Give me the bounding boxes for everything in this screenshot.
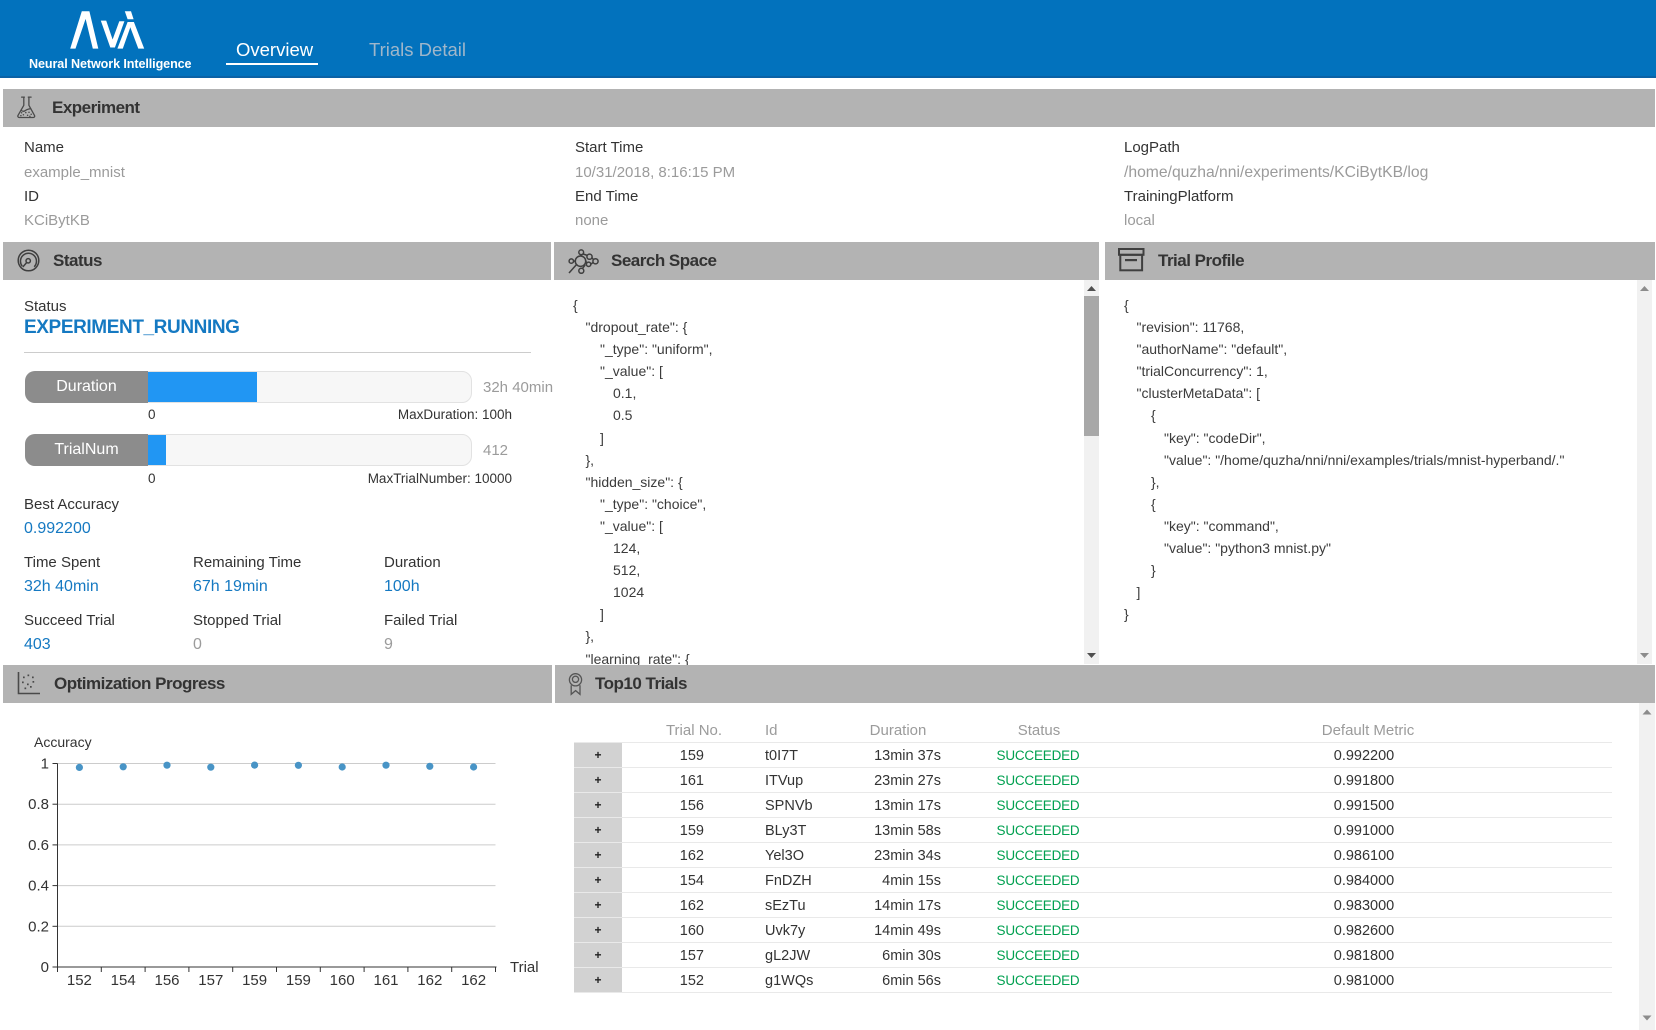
svg-text:162: 162	[417, 972, 442, 989]
svg-text:161: 161	[373, 972, 398, 989]
svg-text:162: 162	[461, 972, 486, 989]
svg-text:160: 160	[330, 972, 355, 989]
svg-text:0.6: 0.6	[28, 837, 49, 854]
svg-text:1: 1	[41, 756, 49, 773]
svg-text:0: 0	[41, 959, 49, 976]
svg-text:0.2: 0.2	[28, 918, 49, 935]
svg-text:152: 152	[67, 972, 92, 989]
svg-text:154: 154	[111, 972, 136, 989]
svg-text:0.8: 0.8	[28, 796, 49, 813]
svg-text:159: 159	[242, 972, 267, 989]
svg-text:157: 157	[198, 972, 223, 989]
svg-text:0.4: 0.4	[28, 878, 49, 895]
svg-text:156: 156	[154, 972, 179, 989]
svg-text:Trial: Trial	[510, 959, 539, 976]
svg-text:159: 159	[286, 972, 311, 989]
svg-text:Accuracy: Accuracy	[34, 734, 92, 750]
